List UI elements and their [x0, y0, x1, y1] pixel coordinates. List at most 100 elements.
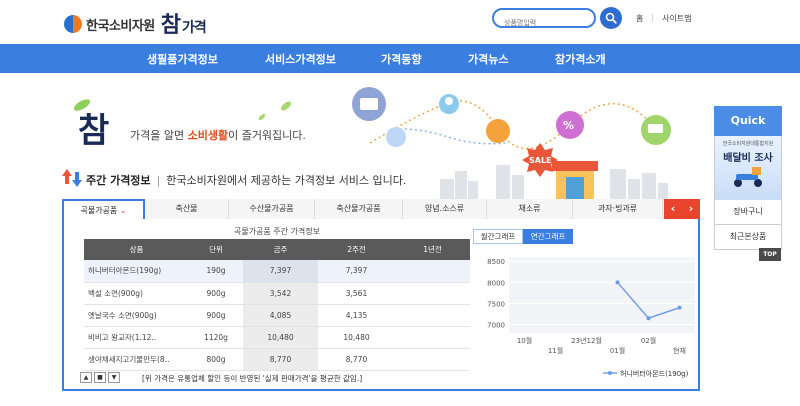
cell-year-ago: [395, 304, 470, 327]
pager-down-button[interactable]: ▼: [108, 372, 120, 383]
cell-two-weeks: 7,397: [318, 260, 395, 283]
util-links: 홈 | 사이트맵: [636, 13, 692, 24]
table-pager: ▲ ■ ▼: [80, 372, 120, 383]
cell-unit: 900g: [189, 282, 243, 305]
tab-livestock-processed[interactable]: 축산물가공품: [315, 199, 403, 219]
quick-ad-small: 한국소비자원대통합지원: [722, 141, 774, 147]
table-title: 곡물가공품 주간 가격정보: [233, 227, 321, 236]
data-point: [677, 305, 682, 310]
x-tick-label: 10월: [517, 336, 532, 345]
y-tick-label: 7000: [487, 322, 505, 330]
col-header-year-ago: 1년전: [395, 239, 470, 260]
sitemap-link[interactable]: 사이트맵: [662, 13, 691, 24]
cell-year-ago: [395, 260, 470, 283]
svg-text:SALE: SALE: [529, 156, 552, 165]
cell-two-weeks: 8,770: [318, 348, 395, 371]
table-row[interactable]: 비비고 왕교자(1.12.. 1120g 10,480 10,480: [84, 326, 470, 349]
legend-marker: [608, 371, 612, 375]
cell-unit: 900g: [189, 304, 243, 327]
x-tick-label: 11월: [548, 346, 563, 355]
tab-seafood-processed[interactable]: 수산물가공품: [229, 199, 315, 219]
price-note: [위 가격은 유통업체 할인 등이 반영된 '실제 판매가격'을 평균한 값임.…: [142, 374, 363, 383]
tab-next-button[interactable]: ›: [682, 199, 700, 219]
pager-up-button[interactable]: ▲: [80, 372, 92, 383]
table-row[interactable]: 허니버터아몬드(190g) 190g 7,397 7,397: [84, 260, 470, 283]
quick-title: Quick: [714, 106, 782, 136]
weekly-info: 주간 가격정보 | 한국소비자원에서 제공하는 가격정보 서비스 입니다.: [62, 169, 407, 188]
quick-ad-delivery[interactable]: 한국소비자원대통합지원 배달비 조사: [714, 136, 782, 200]
y-tick-label: 8000: [487, 279, 505, 287]
tab-sauces[interactable]: 양념.소스류: [403, 199, 487, 219]
tab-livestock[interactable]: 축산물: [145, 199, 229, 219]
nav-item-price-trends[interactable]: 가격동향: [381, 51, 421, 67]
x-tick-label: 현재: [673, 347, 686, 355]
nav-item-service-prices[interactable]: 서비스가격정보: [265, 51, 336, 67]
col-header-two-weeks: 2주전: [318, 239, 395, 260]
cell-unit: 190g: [189, 260, 243, 283]
table-header-row: 상품 단위 금주 2주전 1년전: [84, 239, 470, 260]
table-row[interactable]: 생야채새지고기물만두(8.. 800g 8,770 8,770: [84, 348, 470, 371]
y-tick-label: 7500: [487, 300, 505, 308]
logo-brand-main: 참: [160, 12, 181, 38]
legend-label: 허니버터아몬드(190g): [620, 369, 689, 378]
banner-slogan: 가격을 알면 소비생활이 즐거워집니다.: [130, 129, 306, 142]
cell-this-week: 10,480: [243, 326, 318, 349]
hero-banner: % SALE 참 가격을 알면 소비생활이 즐거워집니다. 주간 가격정보 | …: [0, 73, 800, 200]
cell-product[interactable]: 허니버터아몬드(190g): [84, 260, 189, 283]
cell-two-weeks: 3,561: [318, 282, 395, 305]
home-link[interactable]: 홈: [636, 13, 643, 24]
cell-two-weeks: 10,480: [318, 326, 395, 349]
nav-item-about[interactable]: 참가격소개: [555, 51, 606, 67]
x-tick-label: 01월: [610, 346, 625, 355]
chevron-down-icon: ⌄: [119, 206, 127, 215]
search-button[interactable]: [600, 7, 622, 29]
table-row[interactable]: 백설 소면(900g) 900g 3,542 3,561: [84, 282, 470, 305]
weekly-divider: |: [156, 173, 161, 187]
delivery-scooter-icon: [734, 167, 762, 187]
chart-area: 월간그래프 연간그래프 7000 7500 8000 8500 10월 11월 23년12월…: [473, 221, 703, 389]
cell-year-ago: [395, 348, 470, 371]
weekly-desc: 한국소비자원에서 제공하는 가격정보 서비스 입니다.: [166, 174, 407, 187]
site-logo[interactable]: 한국소비자원 참 가격: [64, 7, 207, 40]
logo-brand: 참 가격: [160, 7, 207, 39]
pager-stop-button[interactable]: ■: [94, 372, 106, 383]
tab-snacks[interactable]: 과자·빙과류: [573, 199, 663, 219]
cell-product[interactable]: 옛날국수 소면(900g): [84, 304, 189, 327]
tab-prev-button[interactable]: ‹: [664, 199, 682, 219]
weekly-title: 주간 가격정보: [86, 174, 151, 187]
nav-item-daily-prices[interactable]: 생필품가격정보: [147, 51, 218, 67]
price-table: 상품 단위 금주 2주전 1년전 허니버터아몬드(190g) 190g 7,39…: [84, 239, 470, 371]
plot-area: [509, 257, 695, 333]
search-box: [492, 8, 596, 31]
cell-this-week: 4,085: [243, 304, 318, 327]
logo-org: 한국소비자원: [86, 18, 155, 34]
cell-this-week: 3,542: [243, 282, 318, 305]
page: { "header": { "org": "한국소비자원", "brand_ma…: [0, 0, 800, 406]
cell-unit: 800g: [189, 348, 243, 371]
x-tick-label: 02월: [641, 336, 656, 345]
search-input[interactable]: [494, 15, 594, 31]
banner-script: 참: [78, 111, 110, 151]
y-tick-label: 8500: [487, 258, 505, 266]
logo-icon: [64, 15, 82, 33]
col-header-unit: 단위: [189, 239, 243, 260]
price-updown-icon: [62, 169, 82, 187]
tab-vegetables[interactable]: 채소류: [487, 199, 573, 219]
cell-product[interactable]: 비비고 왕교자(1.12..: [84, 326, 189, 349]
quick-link-recent[interactable]: 최근본상품: [714, 225, 782, 250]
cell-product[interactable]: 백설 소면(900g): [84, 282, 189, 305]
svg-text:%: %: [563, 119, 574, 132]
x-tick-label: 23년12월: [571, 336, 602, 345]
cell-product[interactable]: 생야채새지고기물만두(8..: [84, 348, 189, 371]
logo-brand-sub: 가격: [182, 20, 207, 36]
cell-unit: 1120g: [189, 326, 243, 349]
nav-item-price-news[interactable]: 가격뉴스: [468, 51, 508, 67]
main-nav: 생필품가격정보 서비스가격정보 가격동향 가격뉴스 참가격소개: [0, 44, 800, 73]
quick-menu: Quick 한국소비자원대통합지원 배달비 조사 장바구니 최근본상품: [714, 106, 782, 250]
table-row[interactable]: 옛날국수 소면(900g) 900g 4,085 4,135: [84, 304, 470, 327]
quick-ad-big: 배달비 조사: [723, 153, 773, 164]
scroll-top-button[interactable]: TOP: [759, 248, 781, 261]
util-divider: |: [651, 13, 655, 22]
price-panel: 곡물가공품 주간 가격정보 상품 단위 금주 2주전 1년전 허니버터아몬드(1…: [62, 219, 700, 391]
quick-link-cart[interactable]: 장바구니: [714, 200, 782, 225]
